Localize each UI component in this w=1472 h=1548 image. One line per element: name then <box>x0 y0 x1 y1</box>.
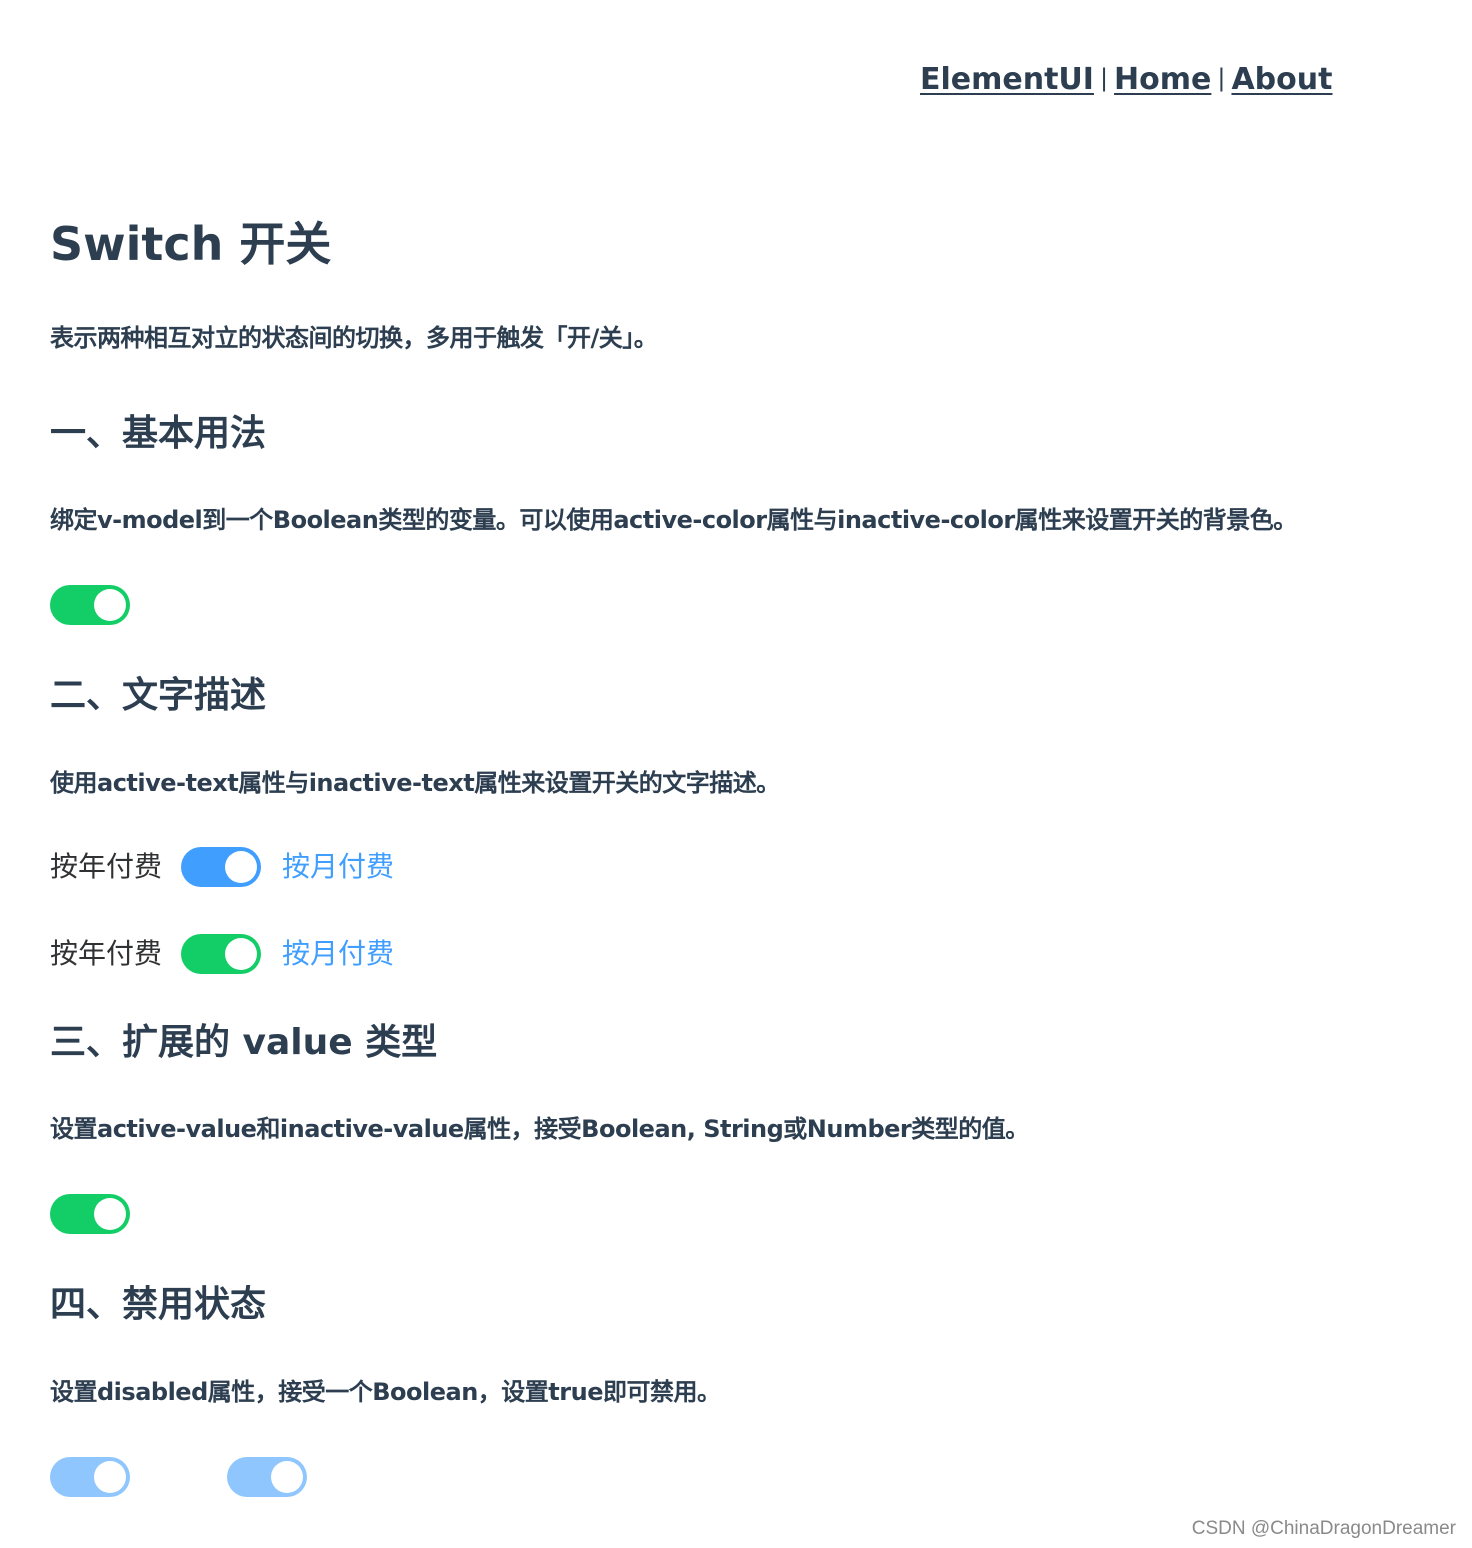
value-type-switch[interactable] <box>50 1194 130 1234</box>
disabled-switch-2[interactable] <box>227 1457 307 1497</box>
top-nav: ElementUI | Home | About <box>920 62 1332 97</box>
text-switch-blue[interactable] <box>181 847 261 887</box>
section-title-basic: 一、基本用法 <box>50 413 267 454</box>
section-desc-text: 使用active-text属性与inactive-text属性来设置开关的文字描… <box>50 769 780 797</box>
section-title-text: 二、文字描述 <box>50 675 267 716</box>
active-text-label[interactable]: 按月付费 <box>282 934 394 974</box>
switch-knob <box>225 851 257 883</box>
page-title: Switch 开关 <box>50 217 332 271</box>
section-title-disabled: 四、禁用状态 <box>50 1284 267 1325</box>
nav-link-home[interactable]: Home <box>1114 62 1211 97</box>
section-desc-disabled: 设置disabled属性，接受一个Boolean，设置true即可禁用。 <box>50 1378 721 1406</box>
nav-link-about[interactable]: About <box>1231 62 1332 97</box>
active-text-label[interactable]: 按月付费 <box>282 847 394 887</box>
section-title-value-type: 三、扩展的 value 类型 <box>50 1022 438 1063</box>
page-intro: 表示两种相互对立的状态间的切换，多用于触发「开/关」。 <box>50 324 658 352</box>
switch-knob <box>94 589 126 621</box>
disabled-switch-1[interactable] <box>50 1457 130 1497</box>
nav-link-elementui[interactable]: ElementUI <box>920 62 1094 97</box>
inactive-text-label[interactable]: 按年付费 <box>50 847 162 887</box>
text-switch-green[interactable] <box>181 934 261 974</box>
inactive-text-label[interactable]: 按年付费 <box>50 934 162 974</box>
basic-switch[interactable] <box>50 585 130 625</box>
nav-separator: | <box>1099 64 1109 92</box>
switch-knob <box>94 1198 126 1230</box>
section-desc-basic: 绑定v-model到一个Boolean类型的变量。可以使用active-colo… <box>50 506 1297 534</box>
switch-knob <box>225 938 257 970</box>
watermark: CSDN @ChinaDragonDreamer <box>1191 1518 1456 1539</box>
switch-knob <box>94 1461 126 1493</box>
nav-separator: | <box>1217 64 1226 92</box>
switch-knob <box>271 1461 303 1493</box>
section-desc-value-type: 设置active-value和inactive-value属性，接受Boolea… <box>50 1115 1029 1143</box>
